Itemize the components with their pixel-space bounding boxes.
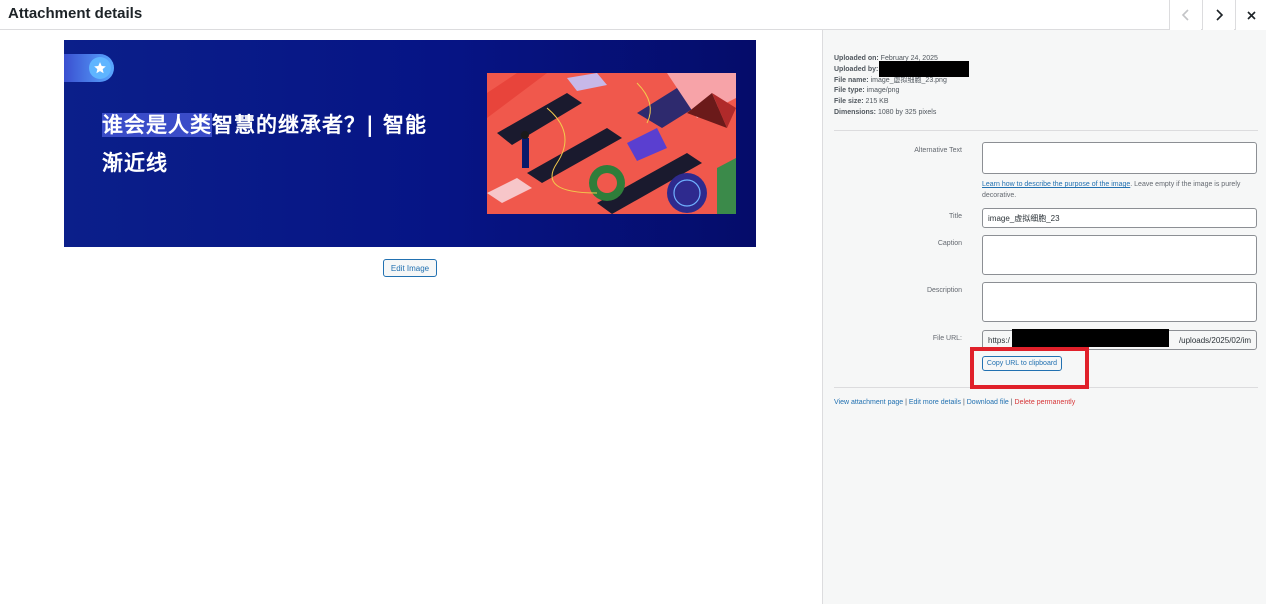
view-attachment-link[interactable]: View attachment page	[834, 399, 903, 406]
divider	[834, 130, 1258, 131]
close-button[interactable]	[1235, 0, 1266, 30]
preview-headline: 谁会是人类智慧的继承者？| 智能 渐近线	[102, 106, 462, 182]
alt-text-help-link[interactable]: Learn how to describe the purpose of the…	[982, 181, 1130, 188]
title-field[interactable]: image_虚拟细胞_23	[982, 208, 1257, 228]
caption-label: Caption	[937, 240, 962, 247]
modal-header: Attachment details	[0, 0, 1266, 30]
file-type: File type: image/png	[834, 87, 900, 95]
headline-line2: 渐近线	[102, 151, 168, 175]
title-label: Title	[949, 213, 962, 220]
headline-highlight: 谁会是人类	[102, 113, 212, 137]
previous-button[interactable]	[1169, 0, 1201, 30]
file-url-label: File URL:	[932, 335, 962, 342]
edit-image-button[interactable]: Edit Image	[383, 259, 437, 277]
file-url-end: /uploads/2025/02/im	[1178, 335, 1251, 345]
caption-field[interactable]	[982, 235, 1257, 275]
headline-rest: 智慧的继承者？| 智能	[212, 113, 427, 137]
isometric-illustration	[487, 73, 736, 214]
highlight-box	[970, 347, 1089, 389]
badge	[64, 54, 114, 82]
alt-text-label: Alternative Text	[914, 147, 962, 154]
download-file-link[interactable]: Download file	[967, 399, 1009, 406]
attachment-actions: View attachment page | Edit more details…	[834, 399, 1076, 406]
redaction-url	[1012, 329, 1169, 347]
alt-text-help: Learn how to describe the purpose of the…	[982, 181, 1241, 199]
chevron-right-icon	[1215, 9, 1223, 21]
image-preview: 谁会是人类智慧的继承者？| 智能 渐近线	[64, 40, 756, 247]
page-title: Attachment details	[8, 5, 143, 22]
redaction-uploader	[879, 61, 969, 77]
next-button[interactable]	[1202, 0, 1234, 30]
file-name: File name: image_虚拟细胞_23.png	[834, 76, 947, 84]
chevron-left-icon	[1181, 9, 1189, 21]
delete-permanently-link[interactable]: Delete permanently	[1015, 399, 1076, 406]
alt-text-field[interactable]	[982, 142, 1257, 174]
attachment-details-sidebar: Uploaded on: February 24, 2025 Uploaded …	[822, 30, 1266, 604]
description-label: Description	[926, 287, 962, 294]
edit-more-details-link[interactable]: Edit more details	[909, 399, 961, 406]
file-url-start: https:/	[988, 335, 1010, 345]
dimensions: Dimensions: 1080 by 325 pixels	[834, 108, 937, 116]
description-field[interactable]	[982, 282, 1257, 322]
close-icon	[1246, 10, 1256, 20]
star-icon	[89, 57, 111, 79]
file-size: File size: 215 KB	[834, 98, 889, 106]
